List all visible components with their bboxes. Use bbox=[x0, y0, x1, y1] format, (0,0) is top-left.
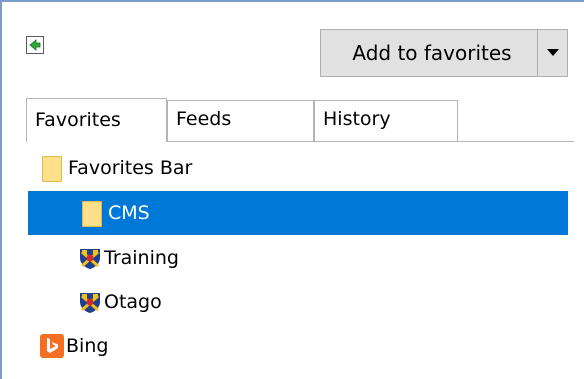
tab-feeds-label: Feeds bbox=[176, 108, 232, 130]
bing-logo-icon bbox=[40, 334, 64, 358]
tree-item-favorites-bar[interactable]: Favorites Bar bbox=[28, 146, 568, 190]
add-to-favorites-label: Add to favorites bbox=[352, 41, 512, 65]
shield-crest-icon bbox=[78, 246, 100, 270]
folder-icon bbox=[82, 201, 104, 227]
favorites-tab-strip: Favorites Feeds History bbox=[26, 98, 574, 142]
tree-item-training[interactable]: Training bbox=[28, 236, 568, 280]
add-to-favorites-dropdown-button[interactable] bbox=[538, 30, 567, 76]
favorites-tree: Favorites Bar CMS Training Otago Bing bbox=[28, 146, 568, 376]
tab-favorites[interactable]: Favorites bbox=[26, 98, 167, 142]
dock-panel-button[interactable] bbox=[26, 36, 44, 54]
triangle-down-icon bbox=[546, 49, 559, 56]
tree-item-cms[interactable]: CMS bbox=[28, 191, 568, 235]
tab-history[interactable]: History bbox=[314, 100, 458, 141]
tree-item-label: Bing bbox=[66, 335, 109, 357]
tree-item-label: Favorites Bar bbox=[68, 157, 193, 179]
tree-item-label: Training bbox=[104, 247, 179, 269]
tab-history-label: History bbox=[323, 108, 391, 130]
tree-item-bing[interactable]: Bing bbox=[28, 324, 568, 368]
tab-feeds[interactable]: Feeds bbox=[167, 100, 314, 141]
add-to-favorites-button[interactable]: Add to favorites bbox=[321, 30, 537, 76]
tab-favorites-label: Favorites bbox=[35, 109, 121, 131]
tree-item-label: CMS bbox=[108, 202, 150, 224]
dock-arrow-icon bbox=[28, 38, 42, 52]
tree-item-label: Otago bbox=[104, 291, 162, 313]
shield-crest-icon bbox=[78, 290, 100, 314]
tree-item-otago[interactable]: Otago bbox=[28, 280, 568, 324]
folder-icon bbox=[42, 156, 64, 182]
add-to-favorites-split-button: Add to favorites bbox=[320, 29, 568, 77]
